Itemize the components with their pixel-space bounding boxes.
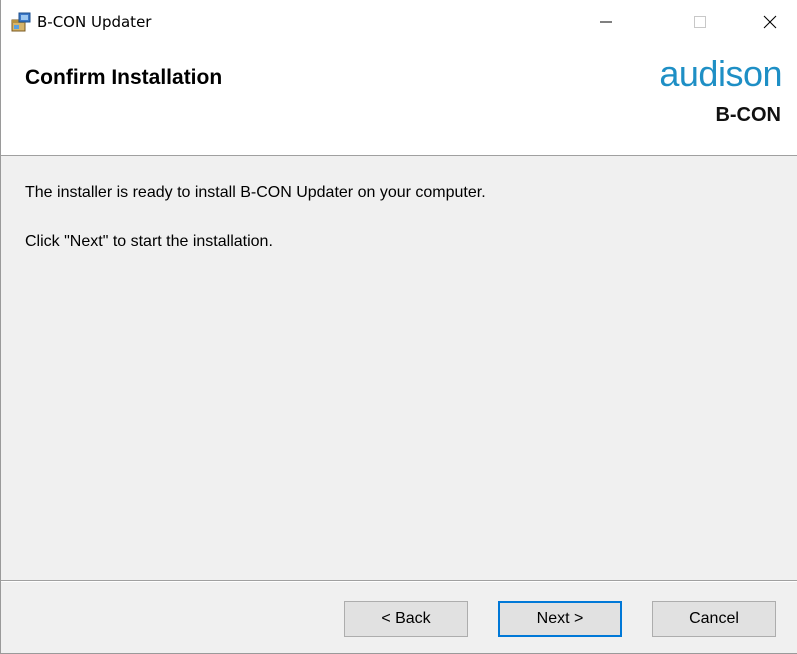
maximize-icon	[694, 16, 706, 28]
maximize-button[interactable]	[673, 0, 727, 44]
title-bar[interactable]: B-CON Updater	[1, 0, 797, 44]
close-button[interactable]	[743, 0, 797, 44]
installer-app-icon	[11, 12, 31, 32]
next-button[interactable]: Next >	[498, 601, 622, 637]
window-title: B-CON Updater	[37, 13, 152, 31]
header-banner: Confirm Installation audison B-CON	[1, 44, 797, 156]
instruction-message: Click "Next" to start the installation.	[25, 233, 273, 250]
brand-logo-product: B-CON	[715, 104, 781, 126]
back-button[interactable]: < Back	[344, 601, 468, 637]
cancel-button[interactable]: Cancel	[652, 601, 776, 637]
ready-message: The installer is ready to install B-CON …	[25, 184, 486, 201]
brand-logo-name: audison	[659, 53, 782, 94]
installer-window: B-CON Updater Confirm Installation audis…	[0, 0, 797, 654]
minimize-button[interactable]	[579, 0, 633, 44]
minimize-icon	[600, 21, 612, 23]
close-icon	[763, 15, 777, 29]
page-title: Confirm Installation	[25, 66, 223, 89]
footer-divider-highlight	[1, 581, 797, 582]
